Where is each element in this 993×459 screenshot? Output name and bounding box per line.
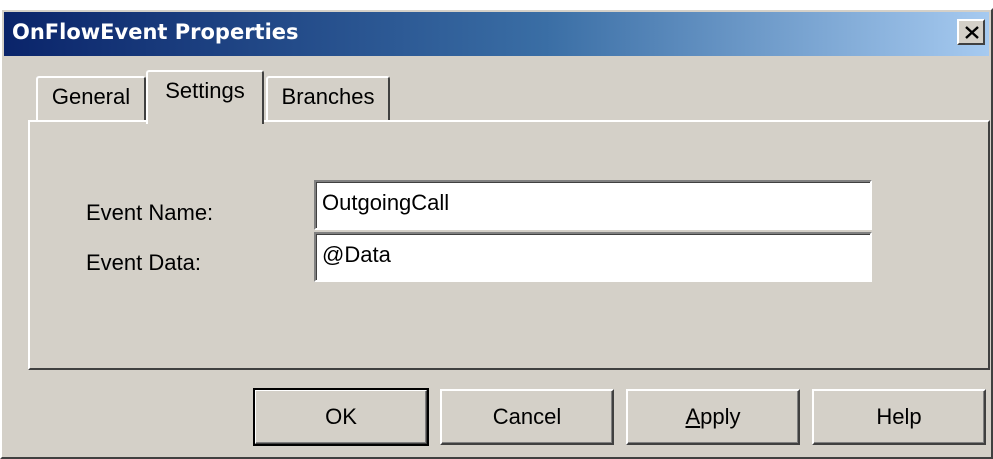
- close-button[interactable]: [957, 19, 985, 45]
- tab-settings[interactable]: Settings: [146, 70, 264, 124]
- tab-general[interactable]: General: [36, 76, 146, 120]
- properties-dialog: OnFlowEvent Properties General Settings …: [0, 8, 993, 459]
- event-name-field[interactable]: OutgoingCall: [314, 180, 872, 230]
- window-title: OnFlowEvent Properties: [12, 20, 299, 44]
- tab-branches[interactable]: Branches: [266, 76, 390, 120]
- event-data-field[interactable]: @Data: [314, 232, 872, 282]
- settings-panel: Event Name: OutgoingCall Event Data: @Da…: [28, 120, 990, 370]
- ok-button[interactable]: OK: [253, 388, 429, 446]
- apply-button[interactable]: Apply: [626, 389, 800, 445]
- event-name-label: Event Name:: [86, 200, 214, 225]
- help-button[interactable]: Help: [812, 389, 986, 445]
- title-bar[interactable]: OnFlowEvent Properties: [4, 12, 989, 56]
- cancel-button[interactable]: Cancel: [440, 389, 614, 445]
- event-data-label: Event Data:: [86, 250, 201, 275]
- close-icon: [965, 26, 979, 39]
